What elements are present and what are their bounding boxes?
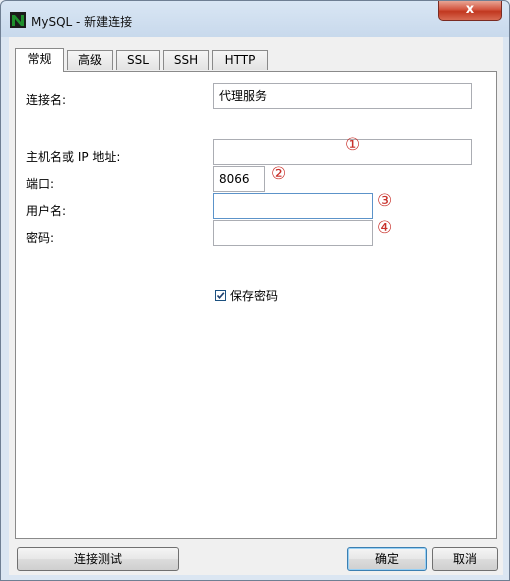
- host-label: 主机名或 IP 地址:: [26, 150, 121, 164]
- username-input[interactable]: [213, 193, 373, 219]
- checkmark-icon: [216, 292, 225, 300]
- dialog-body: 常规 高级 SSL SSH HTTP 连接名: 代理服务 主机名或 IP 地址:…: [9, 37, 503, 575]
- marker-2: ②: [271, 164, 287, 184]
- close-icon: x: [465, 2, 475, 17]
- marker-4: ④: [377, 218, 393, 238]
- close-button[interactable]: x: [438, 1, 502, 21]
- tab-ssh-label: SSH: [173, 53, 199, 67]
- host-input[interactable]: [213, 139, 472, 165]
- test-connection-button[interactable]: 连接测试: [17, 547, 179, 571]
- general-panel: 连接名: 代理服务 主机名或 IP 地址: ① 端口: 8066 ② 用户名: …: [15, 71, 497, 539]
- password-label: 密码:: [26, 231, 55, 245]
- tab-http-label: HTTP: [224, 53, 256, 67]
- save-password-label: 保存密码: [230, 289, 279, 303]
- save-password-checkbox[interactable]: 保存密码: [215, 287, 278, 304]
- ok-button[interactable]: 确定: [347, 547, 427, 571]
- marker-1: ①: [345, 135, 361, 155]
- tab-general[interactable]: 常规: [15, 48, 64, 72]
- tab-ssl-label: SSL: [127, 53, 149, 67]
- dialog-window: MySQL - 新建连接 x 常规 高级 SSL SSH HTTP 连接名: 代…: [0, 0, 510, 581]
- username-label: 用户名:: [26, 204, 67, 218]
- connection-name-input[interactable]: 代理服务: [213, 83, 472, 109]
- checkbox-box[interactable]: [215, 290, 226, 301]
- tab-advanced[interactable]: 高级: [67, 50, 113, 70]
- navicat-logo-icon: [10, 12, 26, 28]
- tab-ssl[interactable]: SSL: [116, 50, 160, 70]
- title-bar[interactable]: MySQL - 新建连接 x: [1, 1, 509, 37]
- cancel-button[interactable]: 取消: [432, 547, 498, 571]
- tab-ssh[interactable]: SSH: [163, 50, 209, 70]
- port-label: 端口:: [26, 177, 55, 191]
- tab-general-label: 常规: [27, 52, 52, 66]
- tab-http[interactable]: HTTP: [212, 50, 268, 70]
- port-input[interactable]: 8066: [213, 166, 265, 192]
- password-input[interactable]: [213, 220, 373, 246]
- tab-advanced-label: 高级: [77, 53, 102, 67]
- window-title: MySQL - 新建连接: [31, 15, 133, 29]
- marker-3: ③: [377, 191, 393, 211]
- connection-name-label: 连接名:: [26, 93, 67, 107]
